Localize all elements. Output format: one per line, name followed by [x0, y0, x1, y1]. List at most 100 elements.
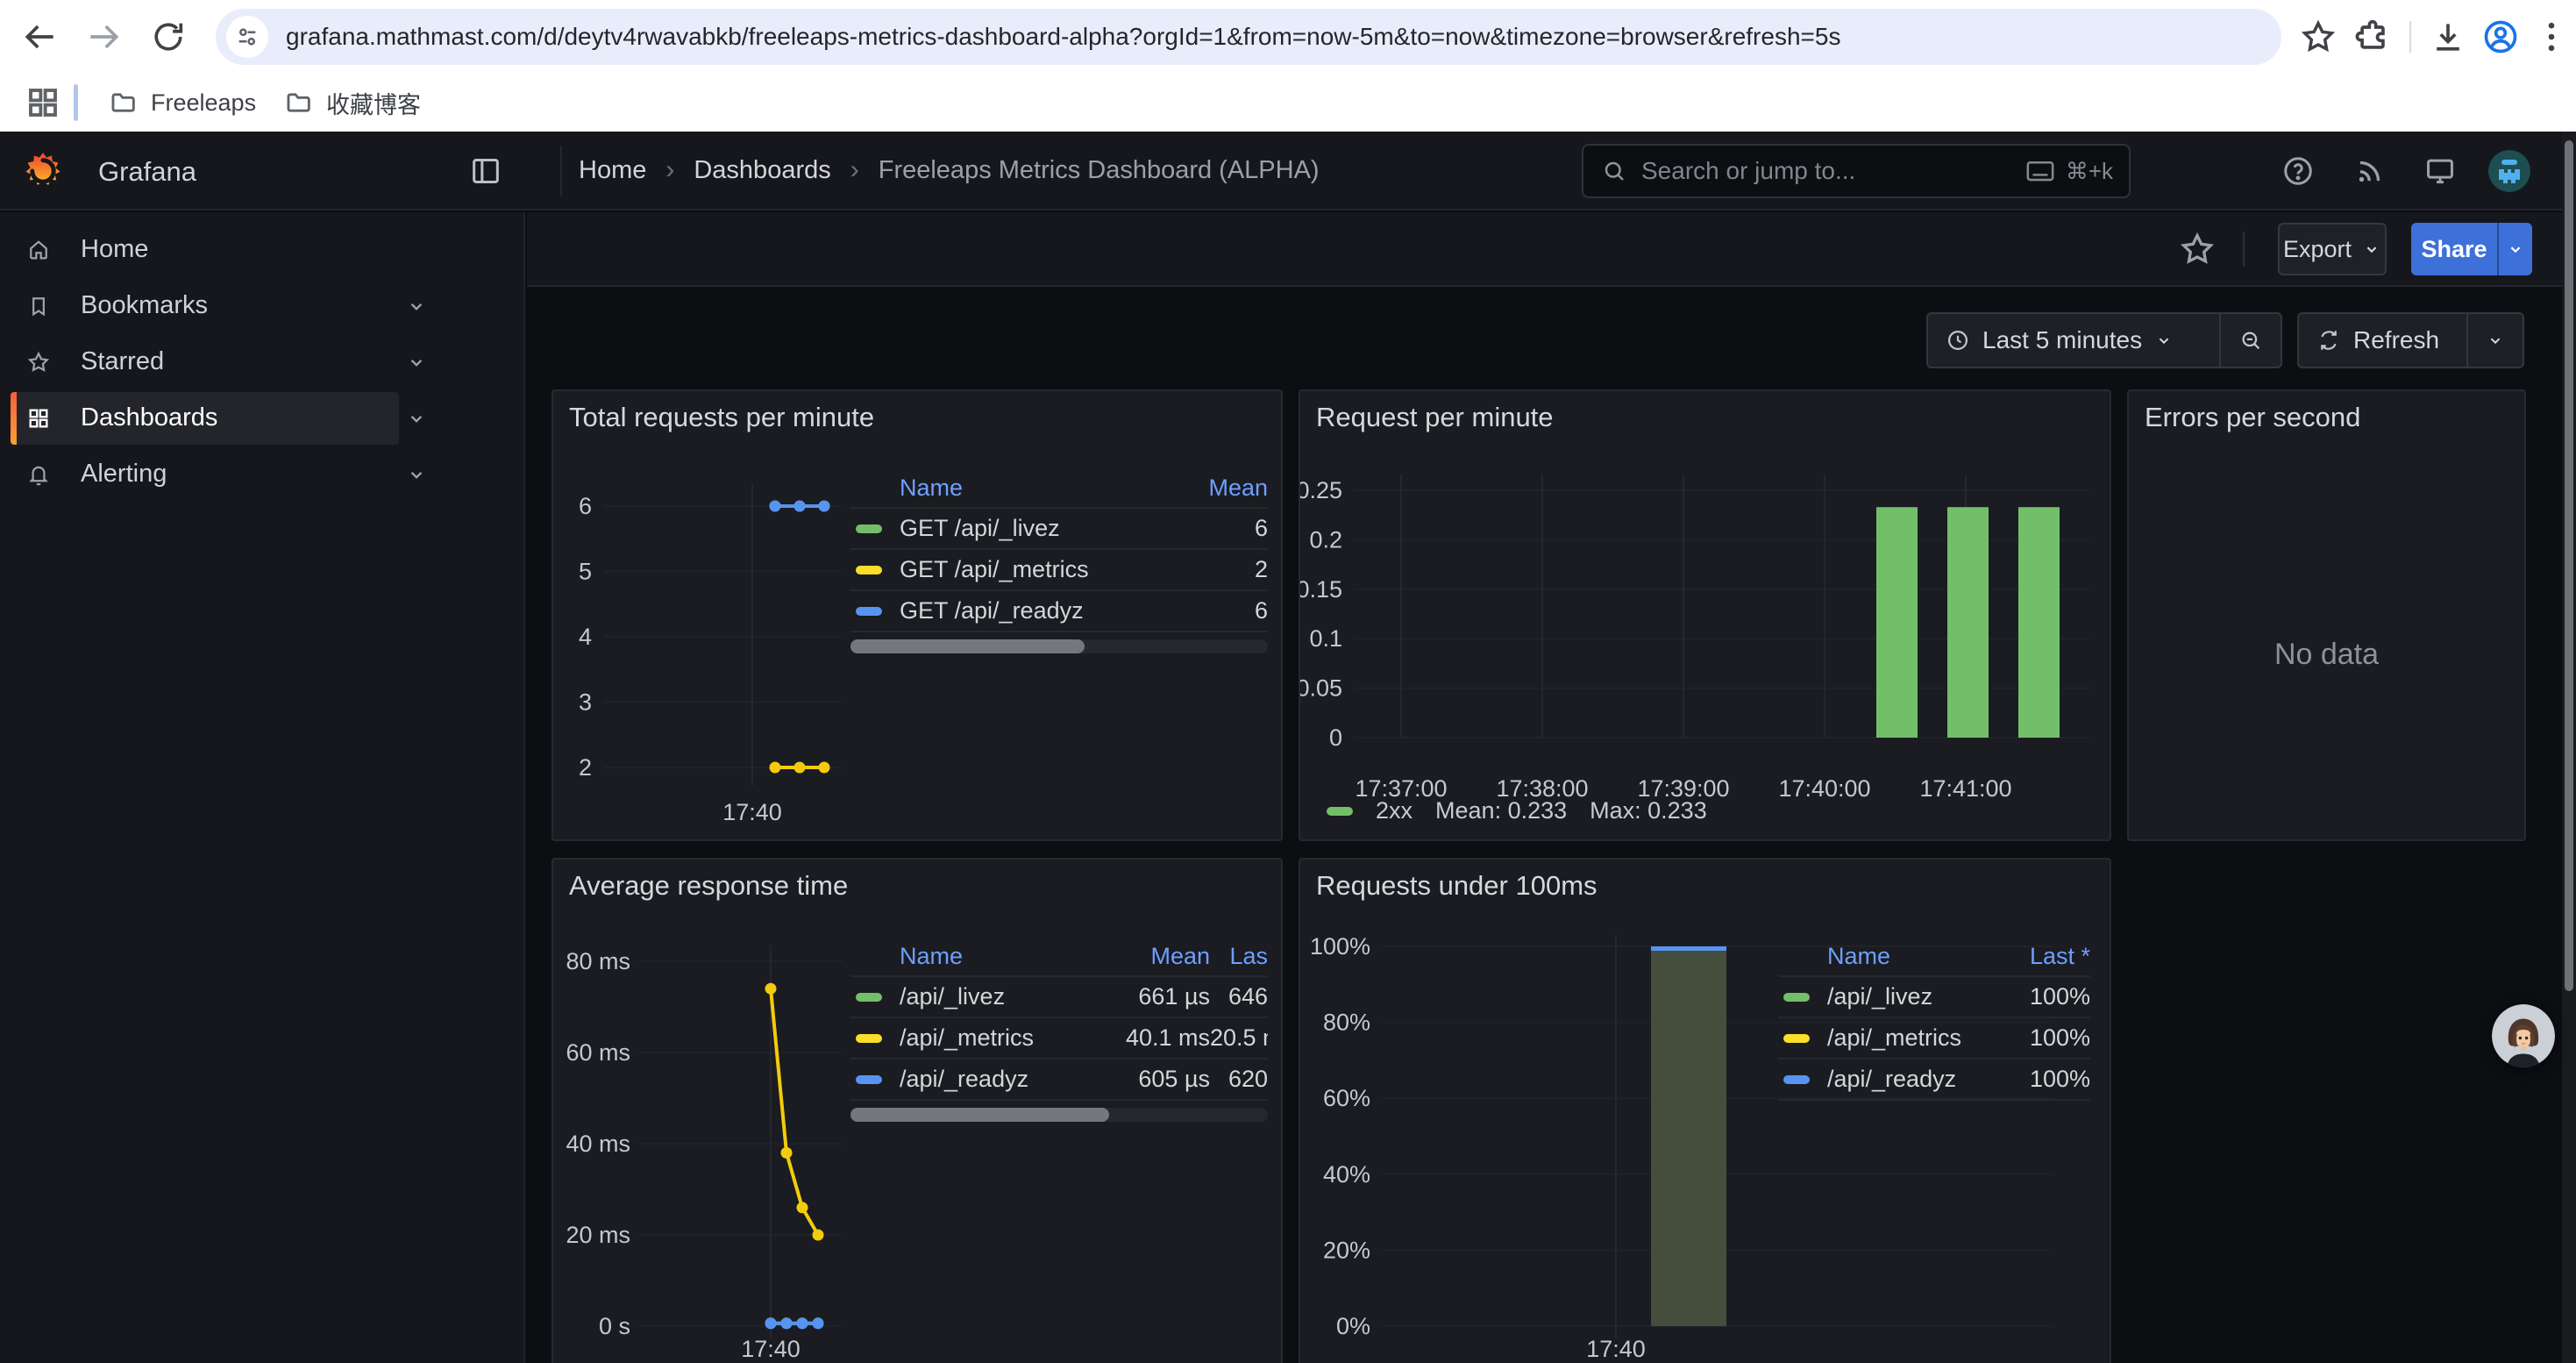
legend-col-name[interactable]: Name: [850, 475, 1163, 502]
menu-dots-icon[interactable]: [2532, 18, 2571, 56]
breadcrumb-separator: ›: [665, 155, 674, 185]
legend-hscrollbar[interactable]: [850, 639, 1268, 653]
legend-col-name[interactable]: Name: [1778, 943, 2003, 970]
favorite-star-icon[interactable]: [2178, 230, 2217, 268]
legend-row[interactable]: /api/_livez100%: [1778, 975, 2090, 1017]
legend-stat-mean: Mean: 0.233: [1435, 797, 1567, 824]
legend-col-name[interactable]: Name: [850, 943, 1078, 970]
export-button[interactable]: Export: [2278, 223, 2387, 275]
chevron-down-icon[interactable]: [405, 351, 428, 374]
legend-col-1[interactable]: Mean: [1078, 943, 1210, 970]
panel-request-per-minute: Request per minute 0.250.20.150.10.05017…: [1299, 389, 2111, 841]
legend-series-name: /api/_metrics: [900, 1024, 1034, 1052]
legend-header: NameMeanLas: [850, 937, 1268, 975]
svg-text:0.1: 0.1: [1309, 625, 1342, 652]
grafana-logo[interactable]: [23, 151, 63, 191]
svg-text:0.2: 0.2: [1309, 526, 1342, 553]
floating-assistant-avatar[interactable]: [2492, 1004, 2555, 1067]
chevron-down-icon[interactable]: [405, 407, 428, 430]
legend-inline[interactable]: 2xx Mean: 0.233 Max: 0.233: [1327, 797, 1707, 824]
header-divider: [560, 146, 562, 196]
svg-text:60%: 60%: [1323, 1085, 1370, 1111]
legend-series-pill: [1783, 993, 1810, 1002]
share-menu-button[interactable]: [2497, 223, 2532, 275]
svg-text:17:40: 17:40: [741, 1336, 801, 1362]
chart-area[interactable]: 0.250.20.150.10.05017:37:0017:38:0017:39…: [1300, 391, 2113, 843]
breadcrumb-current[interactable]: Freeleaps Metrics Dashboard (ALPHA): [879, 156, 1320, 185]
legend-row[interactable]: GET /api/_readyz6: [850, 589, 1268, 631]
sidebar-item-starred[interactable]: Starred: [0, 334, 525, 390]
refresh-controls: Refresh: [2297, 312, 2524, 368]
legend-series-pill: [856, 1075, 882, 1084]
time-range-picker[interactable]: Last 5 minutes: [1928, 314, 2219, 367]
extensions-icon[interactable]: [2353, 18, 2392, 56]
page-scrollbar[interactable]: [2562, 132, 2576, 1363]
help-icon[interactable]: [2281, 154, 2315, 188]
chevron-down-icon[interactable]: [405, 463, 428, 486]
scrollbar-thumb[interactable]: [850, 1108, 1109, 1122]
legend-row[interactable]: /api/_livez661 µs646: [850, 975, 1268, 1017]
legend-col-2[interactable]: Las: [1210, 943, 1268, 970]
back-icon[interactable]: [21, 18, 60, 56]
url-text[interactable]: grafana.mathmast.com/d/deytv4rwavabkb/fr…: [286, 23, 1840, 51]
breadcrumb-home[interactable]: Home: [579, 156, 646, 185]
svg-text:60 ms: 60 ms: [566, 1039, 630, 1066]
breadcrumb-dashboards[interactable]: Dashboards: [694, 156, 830, 185]
bookmark-folder-blogs[interactable]: 收藏博客: [270, 81, 435, 125]
chart-area[interactable]: 100%80%60%40%20%0%17:40: [1300, 860, 2113, 1363]
folder-icon: [284, 88, 314, 118]
browser-profile-icon[interactable]: [2481, 18, 2520, 56]
grafana-product-title: Grafana: [98, 156, 196, 188]
zoom-out-button[interactable]: [2219, 314, 2281, 367]
legend-value: 40.1 ms: [1078, 1024, 1210, 1052]
active-accent-bar: [11, 392, 17, 445]
legend-hscrollbar[interactable]: [850, 1108, 1268, 1122]
refresh-button[interactable]: Refresh: [2299, 314, 2466, 367]
legend-series-name: /api/_metrics: [1827, 1024, 1961, 1052]
legend-row[interactable]: /api/_readyz100%: [1778, 1058, 2090, 1099]
legend-row[interactable]: GET /api/_metrics2: [850, 548, 1268, 589]
legend-value: 20.5 m: [1210, 1024, 1268, 1052]
apps-grid-icon[interactable]: [25, 84, 61, 121]
sidebar-item-bookmarks[interactable]: Bookmarks: [0, 278, 525, 334]
zoom-out-icon: [2238, 328, 2263, 353]
legend-row[interactable]: /api/_readyz605 µs620: [850, 1058, 1268, 1099]
legend-col-1[interactable]: Mean: [1163, 475, 1268, 502]
legend-series-name: GET /api/_metrics: [900, 556, 1089, 583]
news-rss-icon[interactable]: [2353, 154, 2387, 188]
bookmark-star-icon[interactable]: [2299, 18, 2338, 56]
user-avatar[interactable]: [2488, 150, 2530, 192]
bookmark-folder-label: 收藏博客: [326, 86, 421, 120]
monitor-icon[interactable]: [2423, 154, 2457, 188]
legend-col-1[interactable]: Last *: [2003, 943, 2090, 970]
sidebar-item-alerting[interactable]: Alerting: [0, 446, 525, 503]
legend-series-name: 2xx: [1376, 797, 1413, 824]
reload-icon[interactable]: [149, 18, 188, 56]
legend-row[interactable]: GET /api/_livez6: [850, 507, 1268, 548]
sidebar-item-dashboards[interactable]: Dashboards: [0, 390, 525, 446]
legend-row[interactable]: /api/_metrics 40.1 ms20.5 m: [850, 1017, 1268, 1058]
svg-text:17:41:00: 17:41:00: [1919, 775, 2011, 802]
scrollbar-thumb[interactable]: [2565, 140, 2573, 991]
dashboard-toolbar: Export Share: [527, 212, 2576, 287]
forward-icon[interactable]: [84, 18, 123, 56]
legend-value: 6: [1163, 515, 1268, 542]
legend-row[interactable]: /api/_metrics100%: [1778, 1017, 2090, 1058]
share-button[interactable]: Share: [2411, 223, 2497, 275]
download-icon[interactable]: [2429, 18, 2467, 56]
svg-text:3: 3: [579, 689, 592, 716]
bookmark-folder-freeleaps[interactable]: Freeleaps: [95, 81, 270, 125]
sidebar-item-home[interactable]: Home: [0, 222, 525, 278]
toolbar-divider: [2409, 21, 2411, 53]
scrollbar-thumb[interactable]: [850, 639, 1085, 653]
search-input[interactable]: Search or jump to... ⌘+k: [1582, 144, 2131, 198]
address-bar[interactable]: grafana.mathmast.com/d/deytv4rwavabkb/fr…: [216, 9, 2281, 65]
chevron-down-icon[interactable]: [405, 295, 428, 318]
grafana-header: Grafana Home › Dashboards › Freeleaps Me…: [0, 132, 2576, 211]
dock-sidebar-icon[interactable]: [468, 153, 503, 189]
svg-text:0: 0: [1329, 724, 1342, 751]
grafana-body: Home Bookmarks Starred: [0, 212, 2576, 1363]
refresh-interval-button[interactable]: [2466, 314, 2523, 367]
svg-text:5: 5: [579, 559, 592, 585]
site-settings-icon[interactable]: [226, 16, 268, 58]
